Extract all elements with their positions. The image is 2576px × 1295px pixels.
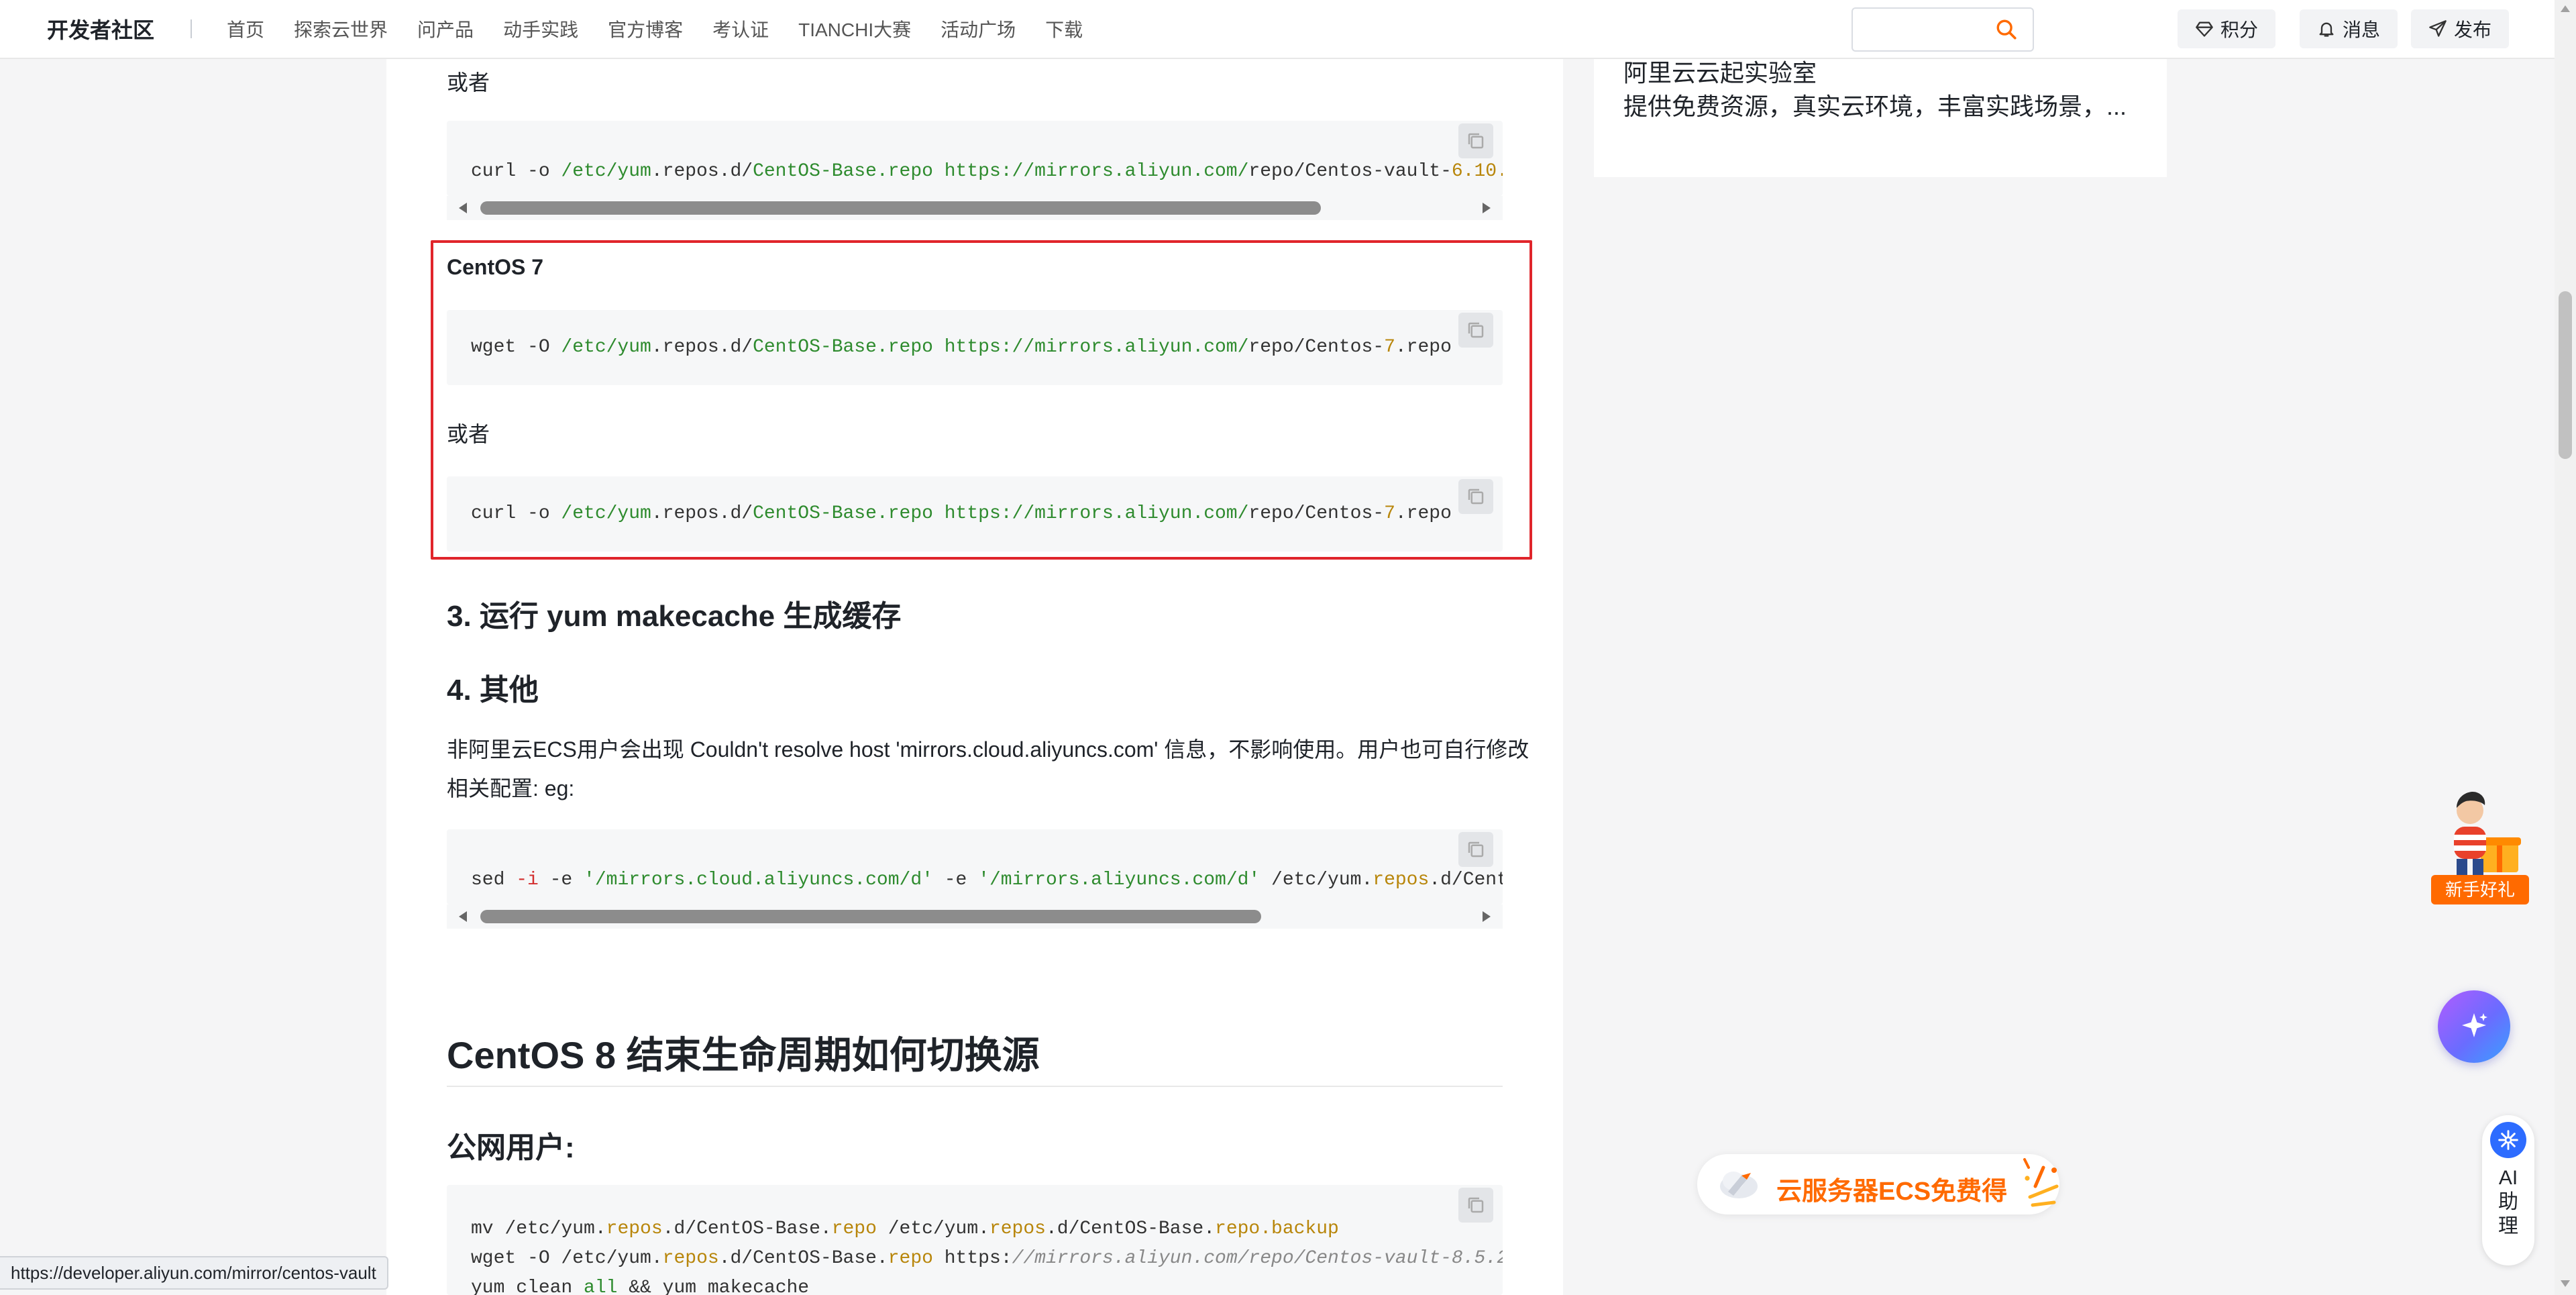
paragraph-line-2: 相关配置: eg:	[447, 776, 575, 800]
nav-item-certification[interactable]: 考认证	[712, 15, 769, 42]
status-bar-url: https://developer.aliyun.com/mirror/cent…	[0, 1256, 388, 1290]
sparkle-icon	[2462, 1013, 2487, 1037]
page-vscrollbar[interactable]	[2555, 0, 2576, 1295]
bell-icon	[2319, 22, 2334, 37]
code-line: mv /etc/yum.repos.d/CentOS-Base.repo /et…	[471, 1219, 1339, 1239]
scroll-left-arrow-icon[interactable]	[459, 911, 467, 922]
scroll-right-arrow-icon[interactable]	[1483, 203, 1491, 213]
highlight-frame	[431, 240, 1532, 560]
nav-item-events[interactable]: 活动广场	[941, 15, 1016, 42]
code-line: yum clean all && yum makecache	[471, 1278, 810, 1295]
gift-label: 新手好礼	[2431, 875, 2529, 904]
messages-label: 消息	[2343, 19, 2381, 40]
copy-button[interactable]	[1458, 1188, 1493, 1223]
side-card-desc: 提供免费资源，真实云环境，丰富实践场景，...	[1623, 93, 2127, 120]
publish-button[interactable]: 发布	[2411, 9, 2510, 48]
scroll-thumb[interactable]	[480, 910, 1261, 923]
scroll-left-arrow-icon[interactable]	[459, 203, 467, 213]
heading-divider	[447, 1086, 1503, 1087]
code-block-centos8[interactable]: mv /etc/yum.repos.d/CentOS-Base.repo /et…	[447, 1185, 1503, 1295]
nav-item-blog[interactable]: 官方博客	[608, 15, 683, 42]
heading-step4: 4. 其他	[447, 674, 539, 707]
ai-helper-logo-icon	[2490, 1122, 2526, 1158]
scroll-right-arrow-icon[interactable]	[1483, 911, 1491, 922]
site-brand[interactable]: 开发者社区	[47, 13, 154, 44]
mascot-gift-icon	[2454, 792, 2521, 875]
copy-button[interactable]	[1458, 123, 1493, 158]
nav-item-practice[interactable]: 动手实践	[503, 15, 578, 42]
page-scroll-thumb[interactable]	[2559, 291, 2572, 459]
copy-icon	[1468, 841, 1484, 858]
scroll-thumb[interactable]	[480, 201, 1321, 215]
confetti-icon	[2023, 1158, 2059, 1207]
top-navbar: 开发者社区 首页 探索云世界 问产品 动手实践 官方博客 考认证 TIANCHI…	[0, 0, 2555, 59]
or-text-1: 或者	[447, 70, 490, 95]
promo-text: 云服务器ECS免费得	[1776, 1178, 2008, 1206]
diamond-icon	[2196, 21, 2213, 37]
code-line: wget -O /etc/yum.repos.d/CentOS-Base.rep…	[471, 1248, 1503, 1269]
nav-item-home[interactable]: 首页	[227, 15, 264, 42]
search-icon[interactable]	[1995, 18, 2018, 41]
nav-item-explore[interactable]: 探索云世界	[294, 15, 388, 42]
heading-centos8: CentOS 8 结束生命周期如何切换源	[447, 1034, 1040, 1076]
heading-step3: 3. 运行 yum makecache 生成缓存	[447, 600, 902, 633]
cloud-server-icon	[1720, 1172, 1758, 1198]
nav-item-download[interactable]: 下载	[1045, 15, 1083, 42]
brand-divider	[191, 19, 193, 38]
nav-item-ask[interactable]: 问产品	[417, 15, 474, 42]
ai-assistant-button[interactable]	[2438, 990, 2510, 1063]
copy-button[interactable]	[1458, 832, 1493, 867]
publish-label: 发布	[2454, 19, 2492, 40]
code-line: sed -i -e '/mirrors.cloud.aliyuncs.com/d…	[471, 870, 1503, 890]
search-input-overlay[interactable]	[1851, 7, 2034, 52]
code-hscrollbar[interactable]	[447, 196, 1503, 220]
new-user-gift-widget[interactable]: 新手好礼	[2431, 789, 2529, 907]
ecs-promo-banner[interactable]: 云服务器ECS免费得	[1697, 1154, 2059, 1214]
paragraph-line-1: 非阿里云ECS用户会出现 Couldn't resolve host 'mirr…	[447, 737, 1529, 762]
messages-button[interactable]: 消息	[2300, 9, 2398, 48]
points-label: 积分	[2220, 19, 2259, 40]
code-hscrollbar[interactable]	[447, 904, 1503, 929]
side-card-lab[interactable]: 阿里云云起实验室 提供免费资源，真实云环境，丰富实践场景，...	[1594, 59, 2167, 177]
copy-icon	[1468, 133, 1484, 149]
heading-public-users: 公网用户:	[447, 1131, 575, 1164]
nav-item-tianchi[interactable]: TIANCHI大赛	[798, 15, 911, 42]
ai-helper-label: AI 助 理	[2498, 1167, 2518, 1237]
code-block-sed[interactable]: sed -i -e '/mirrors.cloud.aliyuncs.com/d…	[447, 829, 1503, 904]
copy-icon	[1468, 1197, 1484, 1213]
code-block-centos6-curl[interactable]: curl -o /etc/yum.repos.d/CentOS-Base.rep…	[447, 121, 1503, 196]
scroll-up-arrow-icon[interactable]	[2561, 5, 2570, 12]
code-line: curl -o /etc/yum.repos.d/CentOS-Base.rep…	[471, 161, 1503, 182]
scroll-down-arrow-icon[interactable]	[2561, 1280, 2570, 1287]
points-button[interactable]: 积分	[2178, 9, 2276, 48]
send-icon	[2429, 20, 2447, 37]
ai-helper-widget[interactable]: AI 助 理	[2482, 1115, 2534, 1265]
